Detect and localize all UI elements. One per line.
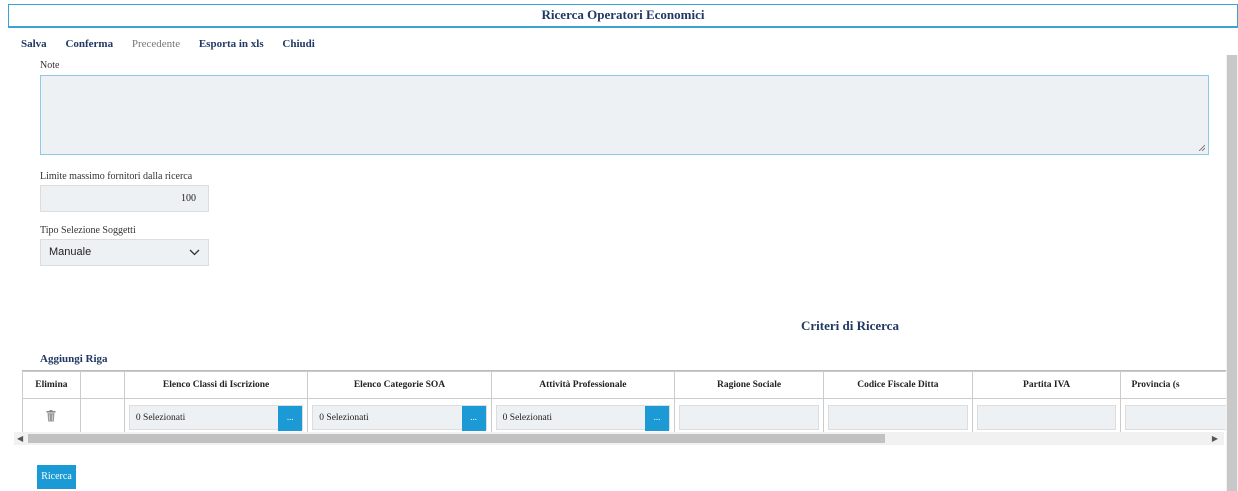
tipo-selezione-select[interactable]: Manuale [40, 239, 209, 266]
criteria-grid: Elimina Elenco Classi di Iscrizione Elen… [22, 370, 1238, 433]
col-elimina: Elimina [22, 371, 81, 399]
classi-selector[interactable]: 0 Selezionati ... [128, 404, 304, 431]
resize-grip-icon[interactable] [1198, 144, 1205, 151]
criteri-title: Criteri di Ricerca [801, 318, 899, 333]
tipo-selezione-label: Tipo Selezione Soggetti [40, 225, 136, 236]
add-row-link[interactable]: Aggiungi Riga [40, 353, 108, 365]
export-xls-button[interactable]: Esporta in xls [199, 38, 264, 50]
col-soa: Elenco Categorie SOA [307, 371, 492, 399]
codice-fiscale-input[interactable] [828, 404, 968, 430]
classi-picker-button[interactable]: ... [278, 405, 303, 431]
col-classi: Elenco Classi di Iscrizione [123, 371, 309, 399]
window-title: Ricerca Operatori Economici [8, 4, 1238, 28]
col-ragione-sociale: Ragione Sociale [674, 371, 825, 399]
attivita-value: 0 Selezionati [502, 412, 552, 423]
attivita-cell: 0 Selezionati ... [490, 398, 676, 433]
col-codice-fiscale: Codice Fiscale Ditta [823, 371, 973, 399]
toolbar: Salva Conferma Precedente Esporta in xls… [21, 38, 331, 50]
ragione-sociale-cell [674, 398, 825, 433]
grid-header-row: Elimina Elenco Classi di Iscrizione Elen… [22, 371, 1238, 399]
classi-value: 0 Selezionati [135, 412, 186, 423]
horizontal-scrollbar[interactable]: ◀ ▶ [14, 432, 1224, 445]
vertical-scroll-thumb[interactable] [1227, 55, 1237, 491]
col-attivita: Attività Professionale [490, 371, 676, 399]
blank-cell [79, 398, 125, 433]
close-button[interactable]: Chiudi [282, 38, 314, 50]
delete-cell [22, 398, 81, 433]
attivita-picker-button[interactable]: ... [645, 405, 670, 431]
chevron-down-icon [189, 249, 200, 256]
provincia-cell [1120, 398, 1238, 433]
table-row: 0 Selezionati ... 0 Selezionati ... 0 Se… [22, 398, 1238, 433]
partita-iva-cell [971, 398, 1122, 433]
classi-cell: 0 Selezionati ... [123, 398, 309, 433]
soa-value: 0 Selezionati [319, 412, 369, 423]
ragione-sociale-input[interactable] [679, 404, 820, 430]
horizontal-scroll-thumb[interactable] [28, 434, 885, 443]
codice-fiscale-cell [823, 398, 973, 433]
provincia-input[interactable] [1125, 404, 1233, 430]
limit-input[interactable]: 100 [40, 185, 209, 212]
note-label: Note [40, 60, 60, 71]
vertical-scrollbar[interactable] [1226, 55, 1238, 491]
col-provincia: Provincia (s [1120, 371, 1238, 399]
partita-iva-input[interactable] [976, 404, 1117, 430]
tipo-selezione-value: Manuale [49, 246, 92, 258]
trash-icon[interactable] [46, 409, 56, 422]
scroll-right-icon[interactable]: ▶ [1212, 432, 1218, 445]
search-button[interactable]: Ricerca [37, 465, 76, 489]
previous-button[interactable]: Precedente [132, 38, 180, 50]
save-button[interactable]: Salva [21, 38, 47, 50]
scroll-left-icon[interactable]: ◀ [17, 432, 23, 445]
limit-label: Limite massimo fornitori dalla ricerca [40, 171, 193, 182]
soa-selector[interactable]: 0 Selezionati ... [312, 404, 487, 431]
attivita-selector[interactable]: 0 Selezionati ... [495, 404, 671, 431]
col-partita-iva: Partita IVA [971, 371, 1122, 399]
soa-cell: 0 Selezionati ... [307, 398, 492, 433]
confirm-button[interactable]: Conferma [65, 38, 113, 50]
note-textarea[interactable] [40, 75, 1209, 155]
col-blank [79, 371, 125, 399]
soa-picker-button[interactable]: ... [461, 405, 486, 431]
